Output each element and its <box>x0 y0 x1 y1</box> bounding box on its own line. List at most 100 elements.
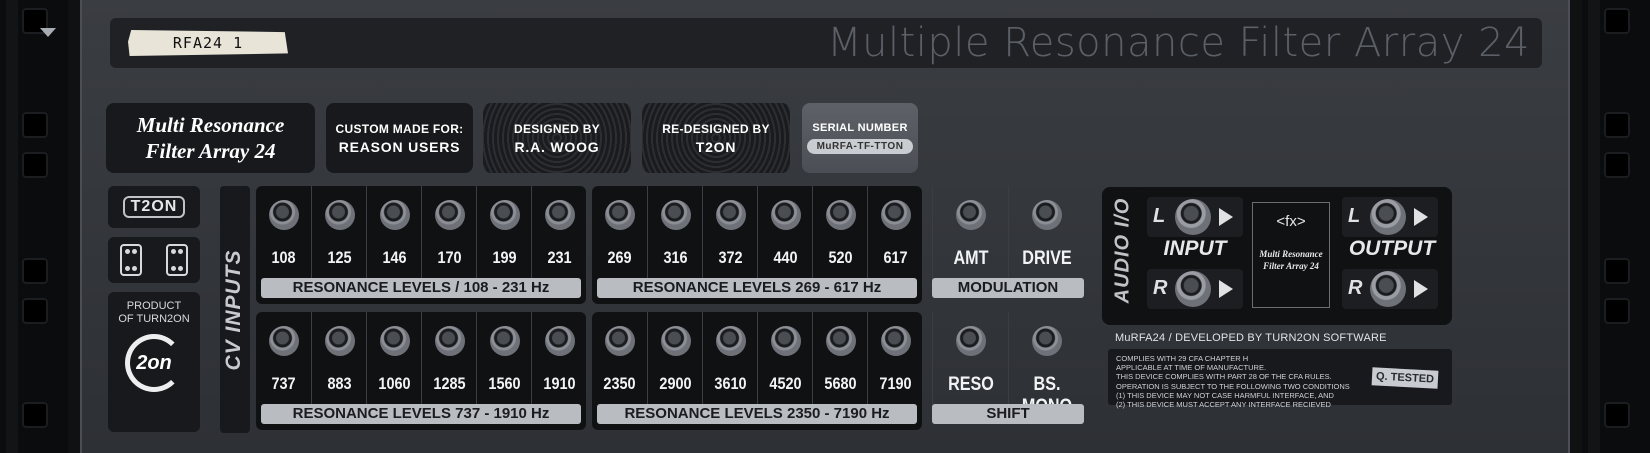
cv-jack-icon[interactable] <box>380 200 410 230</box>
output-left-port[interactable]: L <box>1342 197 1438 237</box>
cv-jack-cell[interactable]: 7190 <box>867 312 923 407</box>
cv-jack-icon[interactable] <box>771 326 801 356</box>
cv-jack-cell[interactable]: 520 <box>812 186 868 281</box>
routing-icon-b[interactable] <box>166 244 188 276</box>
cv-jack-label: 883 <box>327 374 352 393</box>
audio-io-section: AUDIO I/O L INPUT R <fx> Multi Resonance… <box>1102 187 1452 325</box>
cv-jack-cell[interactable]: 440 <box>757 186 813 281</box>
cv-jack-cell[interactable]: 372 <box>702 186 758 281</box>
cv-jack-icon[interactable] <box>269 326 299 356</box>
cv-jack-cell[interactable]: 617 <box>867 186 923 281</box>
cv-jack-icon[interactable] <box>490 326 520 356</box>
cv-jack-cell[interactable]: 1560 <box>476 312 532 407</box>
cv-jack-cell[interactable]: 1910 <box>531 312 587 407</box>
device-name-tape[interactable]: RFA24 1 <box>128 30 288 56</box>
developer-text: MuRFA24 / DEVELOPED BY TURN2ON SOFTWARE <box>1115 332 1387 344</box>
cv-jack-icon[interactable] <box>325 326 355 356</box>
cv-jack-icon[interactable] <box>545 200 575 230</box>
cv-jack-cell[interactable]: 883 <box>311 312 367 407</box>
cv-jack-icon[interactable] <box>826 326 856 356</box>
rack-screw-hole <box>1604 112 1630 138</box>
cv-jack-cell[interactable]: 146 <box>366 186 422 281</box>
channel-left-label: L <box>1348 205 1361 227</box>
cv-jack-icon[interactable] <box>269 200 299 230</box>
cv-jack-icon[interactable] <box>545 326 575 356</box>
cv-jack-icon[interactable] <box>605 326 635 356</box>
cv-jack-cell[interactable]: RESO <box>932 312 1009 407</box>
routing-icon-a[interactable] <box>120 244 142 276</box>
serial-number-value: MuRFA-TF-TTON <box>806 139 914 154</box>
cv-jack-cell[interactable]: 269 <box>592 186 647 281</box>
cv-jack-cell[interactable]: AMT <box>932 186 1009 281</box>
cv-jack-icon[interactable] <box>1032 200 1062 230</box>
cv-jack-icon[interactable] <box>881 200 911 230</box>
cv-jack-cell[interactable]: 199 <box>476 186 532 281</box>
audio-jack-icon[interactable] <box>1175 199 1211 235</box>
cv-jack-icon[interactable] <box>605 200 635 230</box>
cv-jack-cell[interactable]: 1285 <box>421 312 477 407</box>
cv-jack-icon[interactable] <box>956 200 986 230</box>
cv-jack-icon[interactable] <box>1032 326 1062 356</box>
cv-jack-icon[interactable] <box>881 326 911 356</box>
cv-jack-label: 7190 <box>879 374 912 393</box>
fx-name: Multi Resonance Filter Array 24 <box>1253 248 1329 272</box>
rack-screw-hole <box>1604 402 1630 428</box>
device-panel: RFA24 1 Multiple Resonance Filter Array … <box>80 0 1570 453</box>
input-left-port[interactable]: L <box>1147 197 1243 237</box>
routing-box <box>108 237 200 283</box>
cv-jack-cell[interactable]: 170 <box>421 186 477 281</box>
cv-jack-icon[interactable] <box>956 326 986 356</box>
shift-section: RESO BS. MONO SHIFT <box>932 312 1084 430</box>
product-of-box: PRODUCT OF TURN2ON 2on <box>108 292 200 432</box>
shift-label: SHIFT <box>932 404 1084 424</box>
audio-jack-icon[interactable] <box>1370 271 1406 307</box>
cv-jack-cell[interactable]: 3610 <box>702 312 758 407</box>
cv-jack-label: AMT <box>953 248 989 269</box>
audio-jack-icon[interactable] <box>1175 271 1211 307</box>
cv-jack-icon[interactable] <box>716 326 746 356</box>
turn2on-logo-text: 2on <box>136 351 172 374</box>
input-right-port[interactable]: R <box>1147 269 1243 309</box>
cv-jack-cell[interactable]: 231 <box>531 186 587 281</box>
resonance-bank-3: 737 883 1060 1285 1560 1910 RESONANCE LE… <box>256 312 586 430</box>
cv-jack-cell[interactable]: BS. MONO <box>1008 312 1085 417</box>
cv-jack-icon[interactable] <box>771 200 801 230</box>
compliance-text: COMPLIES WITH 29 CFA CHAPTER H APPLICABL… <box>1116 354 1350 409</box>
rack-screw-hole <box>22 402 48 428</box>
fold-toggle-icon[interactable] <box>40 28 56 37</box>
cv-jack-cell[interactable]: 2900 <box>647 312 703 407</box>
cv-jack-label: 2900 <box>659 374 692 393</box>
cv-jack-icon[interactable] <box>435 326 465 356</box>
cv-jack-icon[interactable] <box>435 200 465 230</box>
cv-jack-cell[interactable]: 108 <box>256 186 311 281</box>
cv-jack-label: 617 <box>883 248 908 267</box>
rack: RFA24 1 Multiple Resonance Filter Array … <box>0 0 1650 453</box>
cv-jack-cell[interactable]: 316 <box>647 186 703 281</box>
arrow-right-icon <box>1219 280 1233 298</box>
cv-jack-icon[interactable] <box>716 200 746 230</box>
cv-jack-cell[interactable]: 4520 <box>757 312 813 407</box>
cv-jack-label: 1910 <box>543 374 576 393</box>
cv-jack-cell[interactable]: DRIVE <box>1008 186 1085 281</box>
product-name-line2: Filter Array 24 <box>145 139 276 163</box>
cv-jack-label: DRIVE <box>1022 248 1072 269</box>
compliance-line: THIS DEVICE COMPLIES WITH PART 28 OF THE… <box>1116 372 1332 382</box>
cv-jack-cell[interactable]: 737 <box>256 312 311 407</box>
cv-jack-icon[interactable] <box>380 326 410 356</box>
q-tested-stamp: Q. TESTED <box>1371 367 1439 389</box>
cv-jack-cell[interactable]: 2350 <box>592 312 647 407</box>
cv-jack-cell[interactable]: 125 <box>311 186 367 281</box>
audio-jack-icon[interactable] <box>1370 199 1406 235</box>
cv-jack-icon[interactable] <box>490 200 520 230</box>
cv-jack-icon[interactable] <box>661 326 691 356</box>
cv-jack-cell[interactable]: 1060 <box>366 312 422 407</box>
cv-jack-icon[interactable] <box>826 200 856 230</box>
output-right-port[interactable]: R <box>1342 269 1438 309</box>
cv-jack-icon[interactable] <box>661 200 691 230</box>
cv-jack-icon[interactable] <box>325 200 355 230</box>
cv-jack-cell[interactable]: 5680 <box>812 312 868 407</box>
arrow-right-icon <box>1414 280 1428 298</box>
modulation-section: AMT DRIVE MODULATION <box>932 186 1084 304</box>
fx-display: <fx> Multi Resonance Filter Array 24 <box>1252 202 1330 308</box>
custom-made-label: CUSTOM MADE FOR: <box>335 121 464 136</box>
